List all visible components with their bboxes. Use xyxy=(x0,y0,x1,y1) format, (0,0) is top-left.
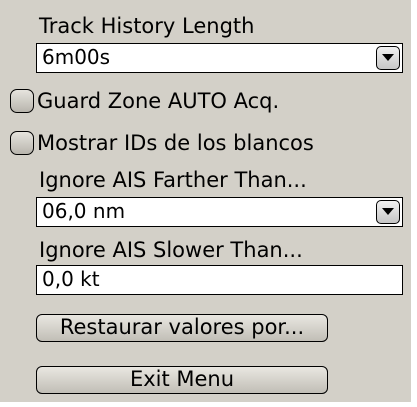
ais-farther-value: 06,0 nm xyxy=(42,199,126,223)
track-history-label: Track History Length xyxy=(39,14,255,38)
ais-farther-label: Ignore AIS Farther Than... xyxy=(39,168,307,192)
target-ids-checkbox[interactable] xyxy=(10,131,34,155)
settings-menu-panel: Track History Length 6m00s Guard Zone AU… xyxy=(0,0,413,404)
track-history-dropdown[interactable]: 6m00s xyxy=(36,43,403,73)
ais-slower-input[interactable]: 0,0 kt xyxy=(36,265,403,295)
track-history-value: 6m00s xyxy=(42,45,111,69)
chevron-down-icon[interactable] xyxy=(376,200,400,224)
guard-zone-checkbox[interactable] xyxy=(10,89,34,113)
ais-slower-label: Ignore AIS Slower Than... xyxy=(39,238,303,262)
exit-menu-button[interactable]: Exit Menu xyxy=(36,366,328,394)
ais-farther-dropdown[interactable]: 06,0 nm xyxy=(36,197,403,227)
chevron-down-icon[interactable] xyxy=(376,46,400,70)
ais-slower-value: 0,0 kt xyxy=(42,267,100,291)
restore-defaults-button[interactable]: Restaurar valores por... xyxy=(36,314,328,342)
target-ids-label: Mostrar IDs de los blancos xyxy=(37,131,314,155)
guard-zone-label: Guard Zone AUTO Acq. xyxy=(37,89,280,113)
